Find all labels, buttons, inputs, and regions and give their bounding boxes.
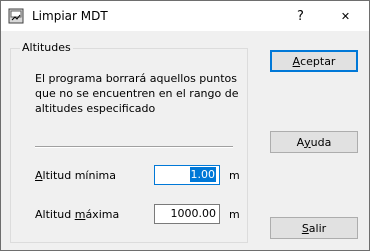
- app-icon: [8, 8, 24, 24]
- description-text: El programa borrará aquellos puntos que …: [35, 72, 239, 115]
- accept-button[interactable]: Aceptar: [270, 50, 358, 72]
- max-altitude-label: Altitud máxima: [35, 208, 120, 221]
- exit-button[interactable]: Salir: [270, 217, 358, 239]
- groupbox-label: Altitudes: [20, 41, 73, 54]
- separator: [35, 146, 233, 148]
- max-altitude-input[interactable]: 1000.00: [154, 204, 220, 224]
- min-altitude-label: Altitud mínima: [35, 169, 116, 182]
- help-icon: ?: [297, 8, 304, 24]
- close-title-button[interactable]: ✕: [323, 1, 368, 31]
- dialog-body: Altitudes El programa borrará aquellos p…: [1, 31, 369, 250]
- close-icon: ✕: [340, 9, 351, 23]
- help-button[interactable]: Ay uda: [270, 131, 358, 153]
- help-title-button[interactable]: ?: [278, 1, 323, 31]
- max-altitude-unit: m: [229, 208, 240, 221]
- dialog-window: Limpiar MDT ? ✕ Altitudes El programa bo…: [0, 0, 370, 251]
- window-title: Limpiar MDT: [32, 9, 108, 23]
- min-altitude-input[interactable]: 1.00: [154, 165, 220, 185]
- min-altitude-unit: m: [229, 169, 240, 182]
- title-bar[interactable]: Limpiar MDT ? ✕: [1, 1, 369, 31]
